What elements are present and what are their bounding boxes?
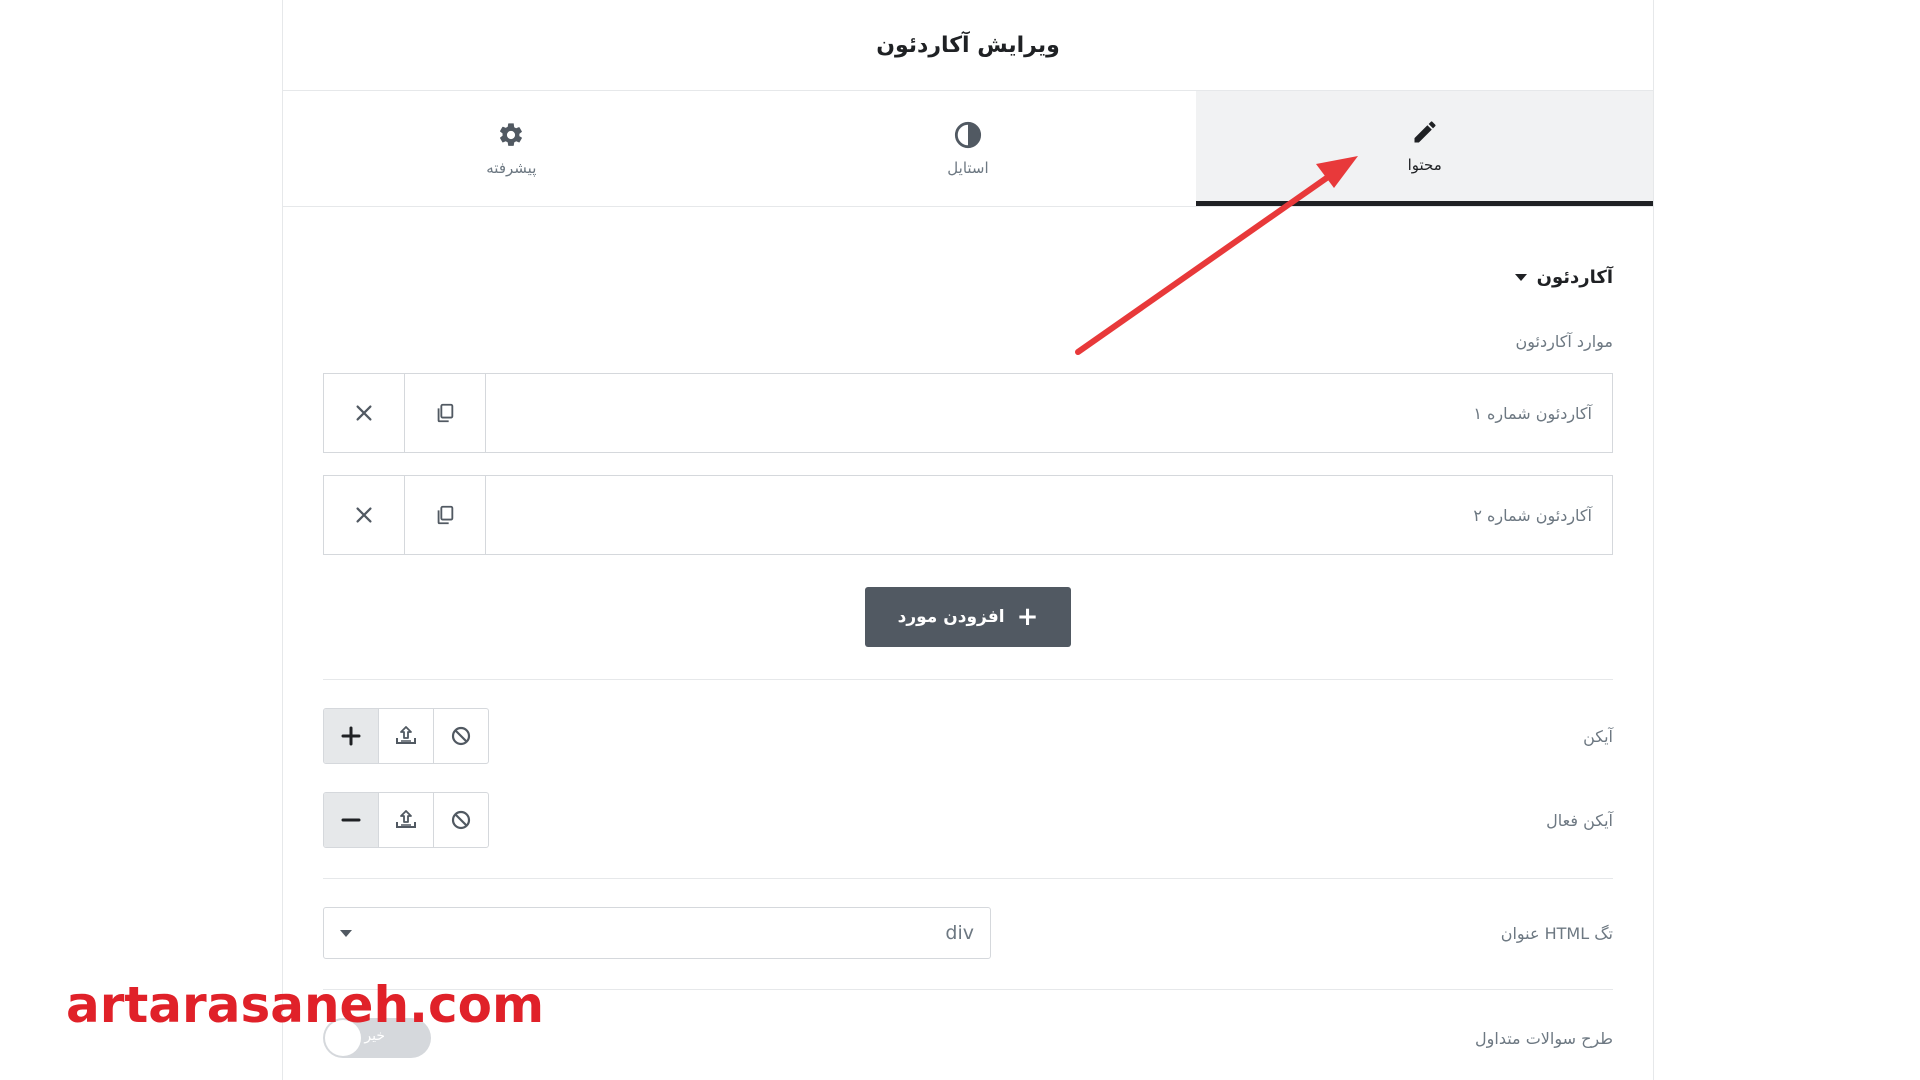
remove-button[interactable] bbox=[324, 476, 405, 554]
faq-schema-label: طرح سوالات متداول bbox=[1475, 1028, 1613, 1048]
active-icon-choice-library[interactable] bbox=[324, 793, 379, 847]
active-icon-control: آیکن فعال bbox=[323, 792, 1613, 848]
add-item-button[interactable]: + افزودن مورد bbox=[865, 587, 1071, 647]
panel-header: ویرایش آکاردئون bbox=[283, 0, 1653, 91]
upload-icon bbox=[396, 810, 416, 828]
panel-title: ویرایش آکاردئون bbox=[876, 32, 1060, 58]
duplicate-button[interactable] bbox=[405, 374, 486, 452]
tab-content-label: محتوا bbox=[1407, 156, 1442, 174]
minus-icon bbox=[341, 818, 361, 822]
tab-advanced-label: پیشرفته bbox=[486, 158, 537, 177]
tab-style[interactable]: استایل bbox=[740, 91, 1197, 206]
repeater-item: آکاردئون شماره ۱ bbox=[323, 373, 1613, 453]
caret-down-icon bbox=[340, 929, 352, 937]
icon-choice-library[interactable] bbox=[324, 709, 379, 763]
divider bbox=[323, 878, 1613, 879]
copy-icon bbox=[437, 505, 454, 525]
add-item-wrap: + افزودن مورد bbox=[323, 587, 1613, 647]
active-icon-choice-none[interactable] bbox=[434, 793, 488, 847]
title-tag-label: تگ HTML عنوان bbox=[1500, 923, 1613, 943]
ban-icon bbox=[451, 726, 471, 746]
close-icon bbox=[356, 405, 372, 421]
icon-label: آیکن bbox=[1583, 726, 1613, 746]
icon-choices bbox=[323, 708, 489, 764]
editor-panel: ویرایش آکاردئون محتوا استایل پیشرفته آکا… bbox=[282, 0, 1654, 1080]
section-title: آکاردئون bbox=[1536, 267, 1613, 288]
icon-choice-none[interactable] bbox=[434, 709, 488, 763]
repeater-item-title[interactable]: آکاردئون شماره ۲ bbox=[486, 476, 1612, 554]
items-field-label: موارد آکاردئون bbox=[1515, 332, 1613, 351]
icon-choice-upload[interactable] bbox=[379, 709, 434, 763]
caret-down-icon bbox=[1514, 274, 1527, 281]
title-tag-control: تگ HTML عنوان div bbox=[323, 907, 1613, 959]
repeater-item-title[interactable]: آکاردئون شماره ۱ bbox=[486, 374, 1612, 452]
plus-icon bbox=[341, 726, 361, 746]
divider bbox=[323, 679, 1613, 680]
add-item-label: افزودن مورد bbox=[897, 607, 1005, 627]
ban-icon bbox=[451, 810, 471, 830]
active-icon-choices bbox=[323, 792, 489, 848]
icon-control: آیکن bbox=[323, 708, 1613, 764]
active-icon-choice-upload[interactable] bbox=[379, 793, 434, 847]
close-icon bbox=[356, 507, 372, 523]
duplicate-button[interactable] bbox=[405, 476, 486, 554]
tab-bar: محتوا استایل پیشرفته bbox=[283, 91, 1653, 207]
remove-button[interactable] bbox=[324, 374, 405, 452]
plus-icon: + bbox=[1016, 602, 1039, 632]
upload-icon bbox=[396, 726, 416, 744]
watermark-text: artarasaneh.com bbox=[66, 976, 545, 1034]
title-tag-select[interactable]: div bbox=[323, 907, 991, 959]
section-toggle[interactable]: آکاردئون bbox=[323, 267, 1613, 288]
tab-style-label: استایل bbox=[947, 158, 989, 177]
tab-content[interactable]: محتوا bbox=[1196, 91, 1653, 206]
half-circle-icon bbox=[954, 121, 982, 149]
title-tag-value: div bbox=[945, 922, 974, 944]
repeater-item: آکاردئون شماره ۲ bbox=[323, 475, 1613, 555]
panel-content: آکاردئون موارد آکاردئون آکاردئون شماره ۱… bbox=[283, 267, 1653, 1058]
tab-advanced[interactable]: پیشرفته bbox=[283, 91, 740, 206]
active-icon-label: آیکن فعال bbox=[1546, 810, 1613, 830]
gear-icon bbox=[497, 121, 525, 149]
copy-icon bbox=[437, 403, 454, 423]
pencil-icon bbox=[1411, 118, 1439, 146]
